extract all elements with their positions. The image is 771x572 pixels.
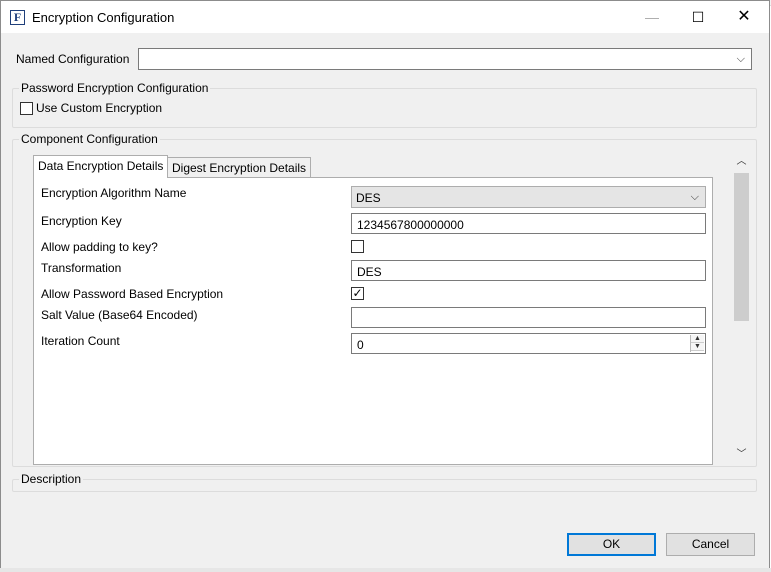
iteration-count-stepper[interactable]: 0 ▲ ▼ bbox=[351, 333, 706, 354]
encryption-tabs: Data Encryption Details Digest Encryptio… bbox=[30, 155, 714, 467]
encryption-key-input[interactable]: 1234567800000000 bbox=[351, 213, 706, 234]
tab-data-encryption-details[interactable]: Data Encryption Details bbox=[33, 155, 169, 178]
description-group-title: Description bbox=[19, 472, 84, 486]
ok-button[interactable]: OK bbox=[567, 533, 656, 556]
encryption-configuration-dialog: F Encryption Configuration — ☐ ✕ Named C… bbox=[0, 0, 770, 569]
data-encryption-panel: Encryption Algorithm Name DES ⌵ Encrypti… bbox=[33, 177, 713, 465]
scroll-up-icon[interactable]: ︿ bbox=[733, 153, 750, 170]
chevron-down-icon: ⌵ bbox=[690, 191, 699, 203]
allow-padding-label: Allow padding to key? bbox=[41, 240, 158, 254]
algorithm-value: DES bbox=[356, 191, 381, 205]
app-icon: F bbox=[10, 10, 25, 25]
chevron-down-icon: ⌵ bbox=[736, 53, 745, 65]
scroll-down-icon[interactable]: ﹀ bbox=[733, 446, 750, 463]
named-configuration-combo[interactable]: ⌵ bbox=[138, 48, 752, 70]
salt-value-input[interactable] bbox=[351, 307, 706, 328]
iteration-count-value: 0 bbox=[357, 338, 364, 352]
tab-digest-encryption-details[interactable]: Digest Encryption Details bbox=[167, 157, 312, 178]
algorithm-label: Encryption Algorithm Name bbox=[41, 186, 187, 200]
allow-padding-checkbox[interactable] bbox=[351, 240, 364, 253]
use-custom-encryption-label: Use Custom Encryption bbox=[36, 101, 163, 115]
component-configuration-group-title: Component Configuration bbox=[19, 132, 160, 146]
cancel-button[interactable]: Cancel bbox=[666, 533, 755, 556]
password-based-encryption-label: Allow Password Based Encryption bbox=[41, 287, 224, 301]
spin-buttons: ▲ ▼ bbox=[690, 335, 704, 352]
maximize-button[interactable]: ☐ bbox=[675, 1, 721, 33]
encryption-key-label: Encryption Key bbox=[41, 214, 122, 228]
iteration-count-label: Iteration Count bbox=[41, 334, 120, 348]
close-button[interactable]: ✕ bbox=[721, 1, 767, 33]
check-icon: ✓ bbox=[352, 286, 363, 300]
password-based-encryption-checkbox[interactable]: ✓ bbox=[351, 287, 364, 300]
scrollbar-thumb[interactable] bbox=[734, 173, 749, 321]
encryption-key-value: 1234567800000000 bbox=[357, 218, 464, 232]
title-bar: F Encryption Configuration — ☐ ✕ bbox=[1, 1, 769, 33]
salt-value-label: Salt Value (Base64 Encoded) bbox=[41, 308, 198, 322]
named-configuration-label: Named Configuration bbox=[16, 52, 130, 66]
background-app-bottom bbox=[0, 568, 771, 572]
window-title: Encryption Configuration bbox=[32, 10, 175, 25]
password-encryption-group-title: Password Encryption Configuration bbox=[19, 81, 211, 95]
description-group bbox=[12, 479, 757, 492]
transformation-input[interactable]: DES bbox=[351, 260, 706, 281]
vertical-scrollbar[interactable]: ︿ ﹀ bbox=[733, 153, 750, 463]
algorithm-select[interactable]: DES ⌵ bbox=[351, 186, 706, 208]
transformation-value: DES bbox=[357, 265, 382, 279]
spin-up-icon[interactable]: ▲ bbox=[691, 335, 704, 343]
transformation-label: Transformation bbox=[41, 261, 122, 275]
use-custom-encryption-checkbox[interactable] bbox=[20, 102, 33, 115]
spin-down-icon[interactable]: ▼ bbox=[691, 343, 704, 351]
minimize-button[interactable]: — bbox=[629, 1, 675, 33]
